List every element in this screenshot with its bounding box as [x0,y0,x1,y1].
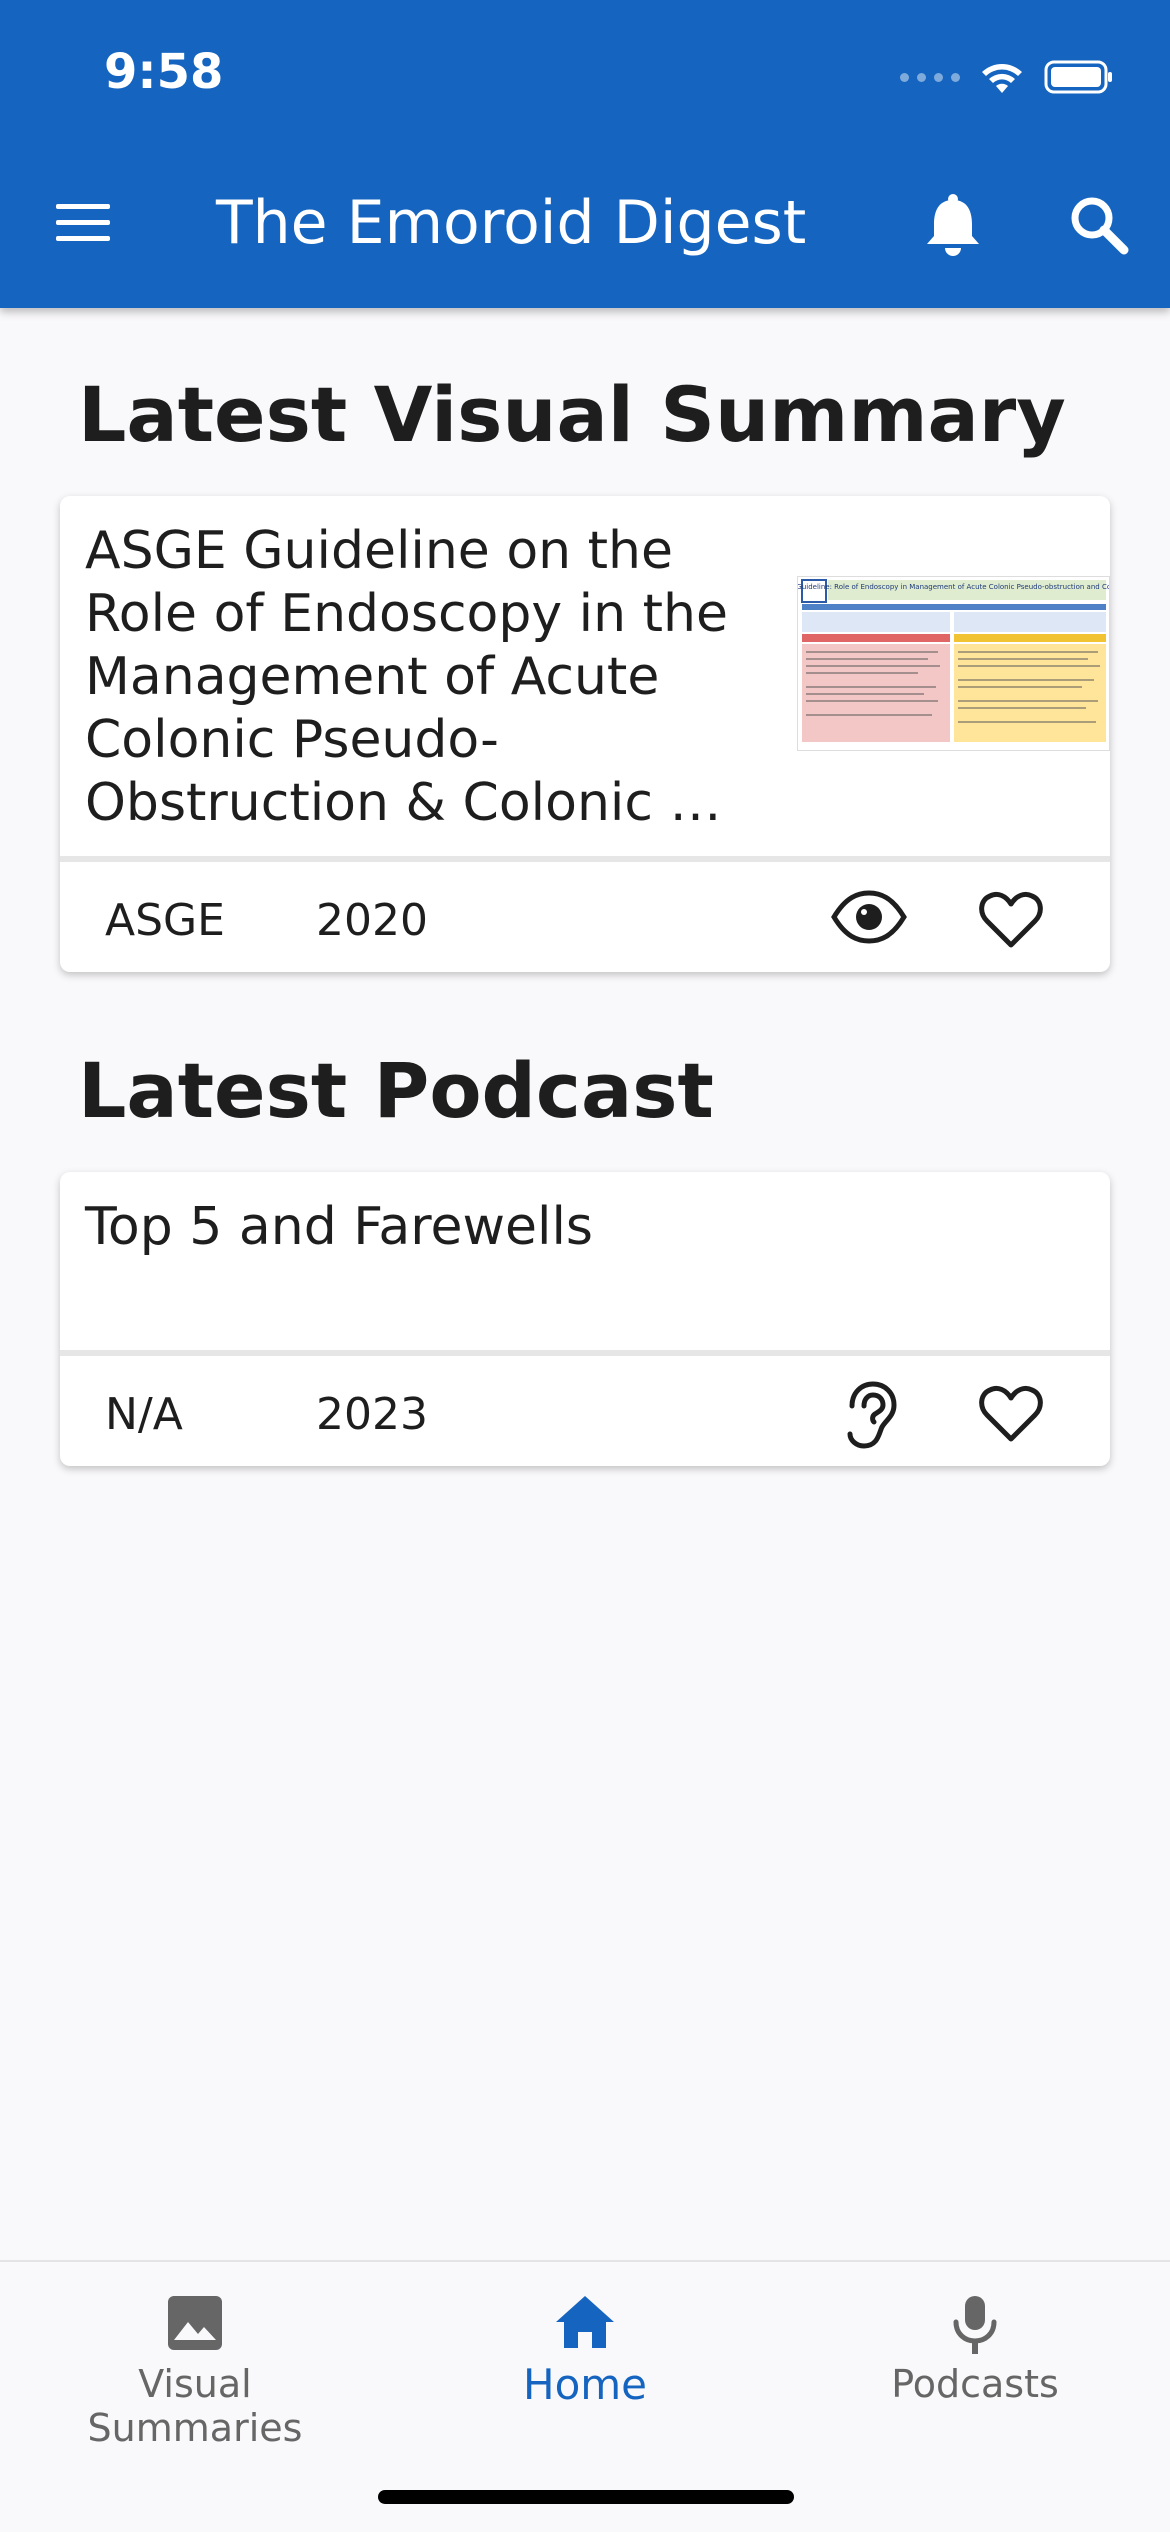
heart-icon [979,1385,1043,1442]
app-title: The Emoroid Digest [216,188,807,258]
podcast-year: 2023 [316,1389,428,1440]
menu-button[interactable] [54,198,114,248]
heart-icon [979,891,1043,948]
nav-podcasts[interactable]: Podcasts [820,2294,1130,2406]
bell-icon [927,194,979,256]
podcast-title: Top 5 and Farewells [85,1197,593,1257]
ear-icon [847,1381,897,1449]
home-icon [556,2296,614,2348]
app-bar: 9:58 The Emoroid Digest [0,0,1170,308]
nav-label: Home [522,2360,648,2409]
thumbnail-title-text: ASGE Guideline: Role of Endoscopy in Man… [798,583,1109,591]
microphone-icon [953,2296,997,2354]
favorite-button[interactable] [978,890,1044,955]
nav-visual-summaries[interactable]: Visual Summaries [40,2294,350,2450]
podcast-heading: Latest Podcast [78,1046,714,1135]
podcast-source: N/A [105,1389,183,1440]
battery-icon [1044,60,1112,94]
status-time: 9:58 [104,44,224,100]
visual-summary-thumbnail[interactable]: ASGE Guideline: Role of Endoscopy in Man… [775,576,1110,751]
favorite-button[interactable] [978,1384,1044,1449]
search-button[interactable] [1068,194,1130,256]
cellular-signal-icon [900,72,960,82]
card-footer: N/A 2023 [60,1356,1110,1466]
summary-thumbnail-image: ASGE Guideline: Role of Endoscopy in Man… [775,577,1110,750]
home-indicator[interactable] [378,2490,794,2504]
nav-home[interactable]: Home [470,2294,700,2409]
visual-summary-heading: Latest Visual Summary [78,370,1066,459]
status-icons [900,52,1114,102]
card-content[interactable]: Top 5 and Farewells [60,1172,1110,1350]
visual-summary-source: ASGE [105,895,225,946]
nav-label: Visual Summaries [87,2362,303,2450]
notifications-button[interactable] [922,192,984,258]
search-icon [1071,197,1129,255]
listen-button[interactable] [840,1380,900,1455]
wifi-icon [982,64,1022,93]
image-icon [168,2296,222,2350]
eye-icon [831,890,907,944]
card-content[interactable]: ASGE Guideline on the Role of Endoscopy … [60,496,1110,856]
card-footer: ASGE 2020 [60,862,1110,972]
visual-summary-title: ASGE Guideline on the Role of Endoscopy … [85,521,728,833]
visual-summary-card[interactable]: ASGE Guideline on the Role of Endoscopy … [60,496,1110,972]
view-button[interactable] [830,888,908,951]
visual-summary-year: 2020 [316,895,428,946]
podcast-card[interactable]: Top 5 and Farewells N/A 2023 [60,1172,1110,1466]
menu-icon [56,204,110,241]
nav-label: Podcasts [891,2362,1059,2406]
